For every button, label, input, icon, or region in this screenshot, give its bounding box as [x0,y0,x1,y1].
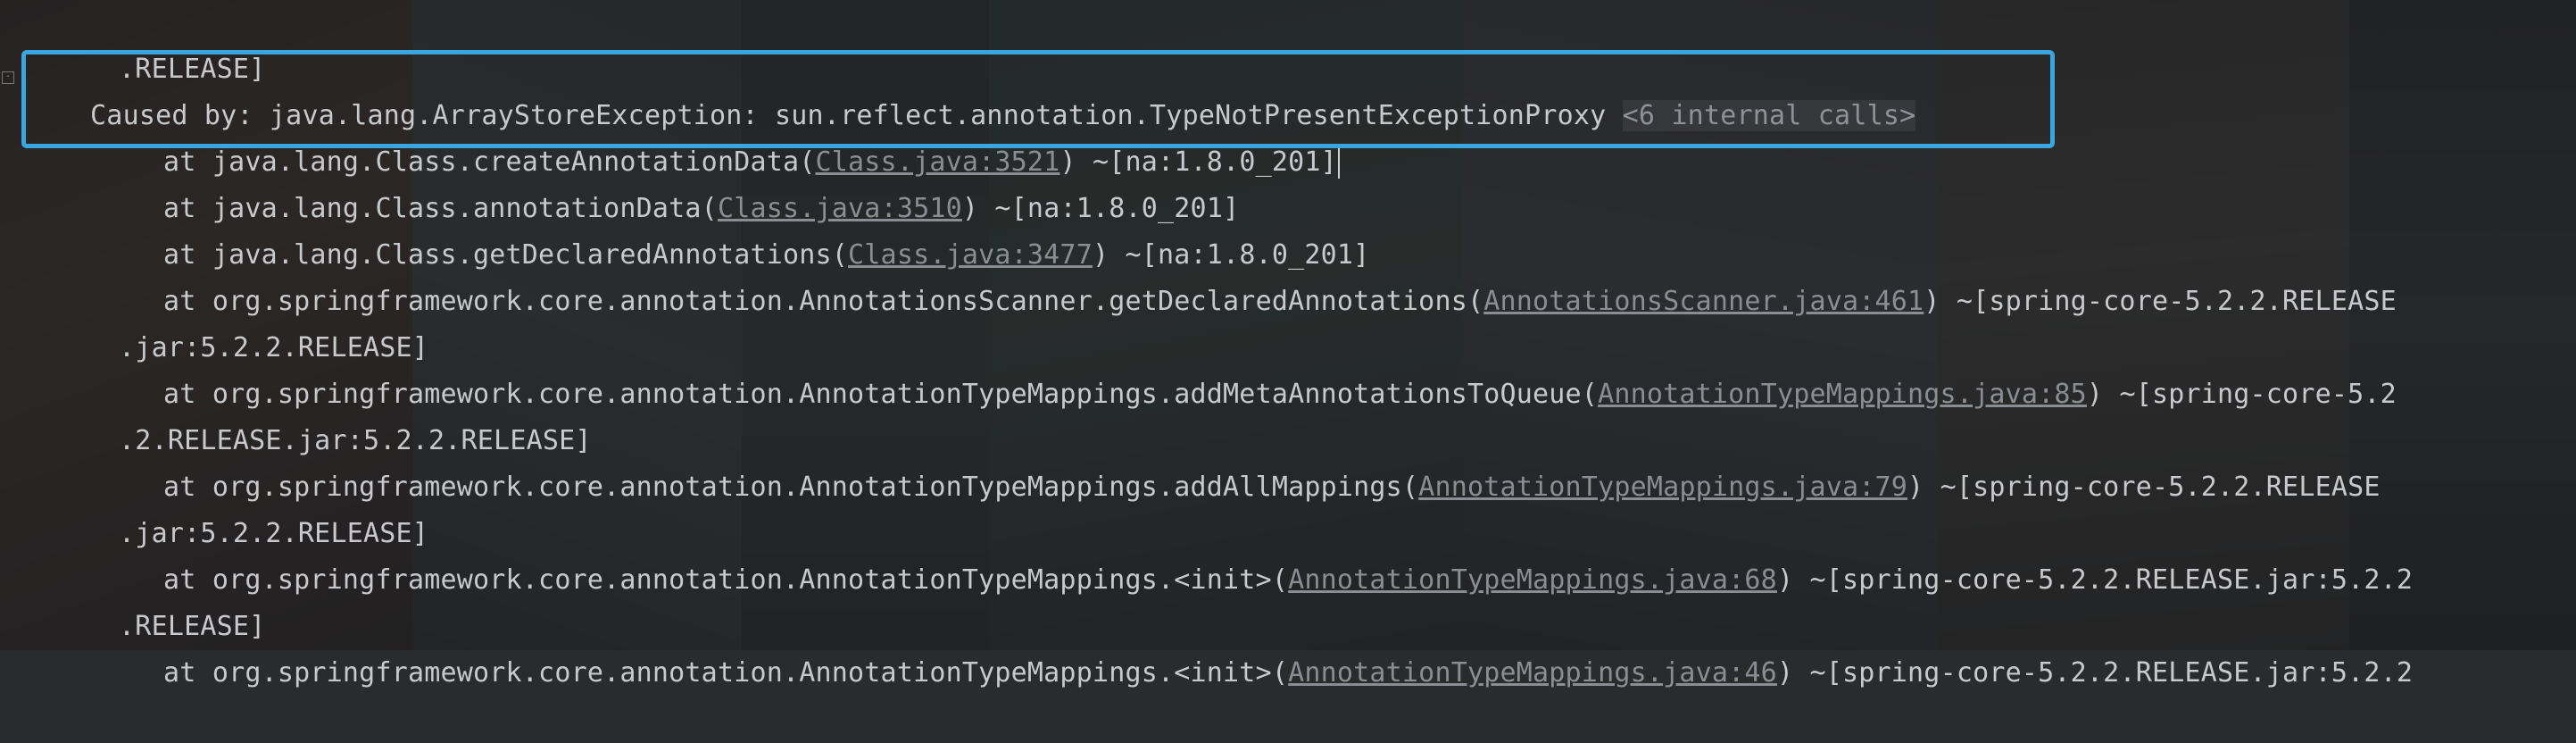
source-link[interactable]: AnnotationTypeMappings.java:46 [1288,657,1777,689]
line-suffix: ) ~[na:1.8.0_201] [1092,239,1370,271]
source-link[interactable]: Class.java:3477 [848,239,1093,271]
console-output[interactable]: .RELEASE] Caused by: java.lang.ArrayStor… [0,0,2576,689]
console-line-caused-by: Caused by: java.lang.ArrayStoreException… [0,46,2576,131]
line-suffix: ) ~[spring-core-5.2.2.RELEASE [1924,286,2397,317]
line-text: .RELEASE] [119,611,266,642]
source-link[interactable]: AnnotationsScanner.java:461 [1483,286,1924,317]
text-cursor [1337,147,1340,179]
source-link[interactable]: AnnotationTypeMappings.java:85 [1598,379,2087,410]
line-suffix: ) ~[spring-core-5.2.2.RELEASE [1907,472,2381,503]
line-text: .RELEASE] [119,54,266,85]
line-suffix: ) ~[spring-core-5.2.2.RELEASE.jar:5.2.2 [1776,564,2414,596]
line-text: at org.springframework.core.annotation.A… [163,472,1419,503]
fold-toggle-icon[interactable]: - [2,71,14,84]
line-text: at org.springframework.core.annotation.A… [163,564,1289,596]
line-text: .2.RELEASE.jar:5.2.2.RELEASE] [119,425,592,456]
line-suffix: ) ~[spring-core-5.2 [2086,379,2397,410]
line-text: at java.lang.Class.annotationData( [163,193,718,224]
line-text: Caused by: java.lang.ArrayStoreException… [90,100,1623,131]
line-suffix: ) ~[na:1.8.0_201] [1059,146,1337,178]
line-suffix: ) ~[na:1.8.0_201] [961,193,1240,224]
source-link[interactable]: AnnotationTypeMappings.java:79 [1418,472,1907,503]
line-text: .jar:5.2.2.RELEASE] [119,332,429,363]
line-text: .jar:5.2.2.RELEASE] [119,518,429,549]
source-link[interactable]: Class.java:3521 [816,146,1060,178]
line-text: at java.lang.Class.createAnnotationData( [163,146,816,178]
line-text: at org.springframework.core.annotation.A… [163,379,1599,410]
internal-calls-fold[interactable]: <6 internal calls> [1622,100,1916,131]
console-line: .RELEASE] [0,0,2576,85]
source-link[interactable]: Class.java:3510 [718,193,962,224]
line-suffix: ) ~[spring-core-5.2.2.RELEASE.jar:5.2.2 [1776,657,2414,689]
line-text: at java.lang.Class.getDeclaredAnnotation… [163,239,849,271]
source-link[interactable]: AnnotationTypeMappings.java:68 [1288,564,1777,596]
line-text: at org.springframework.core.annotation.A… [163,286,1484,317]
line-text: at org.springframework.core.annotation.A… [163,657,1289,689]
console-line: at org.springframework.core.annotation.A… [0,604,2576,689]
